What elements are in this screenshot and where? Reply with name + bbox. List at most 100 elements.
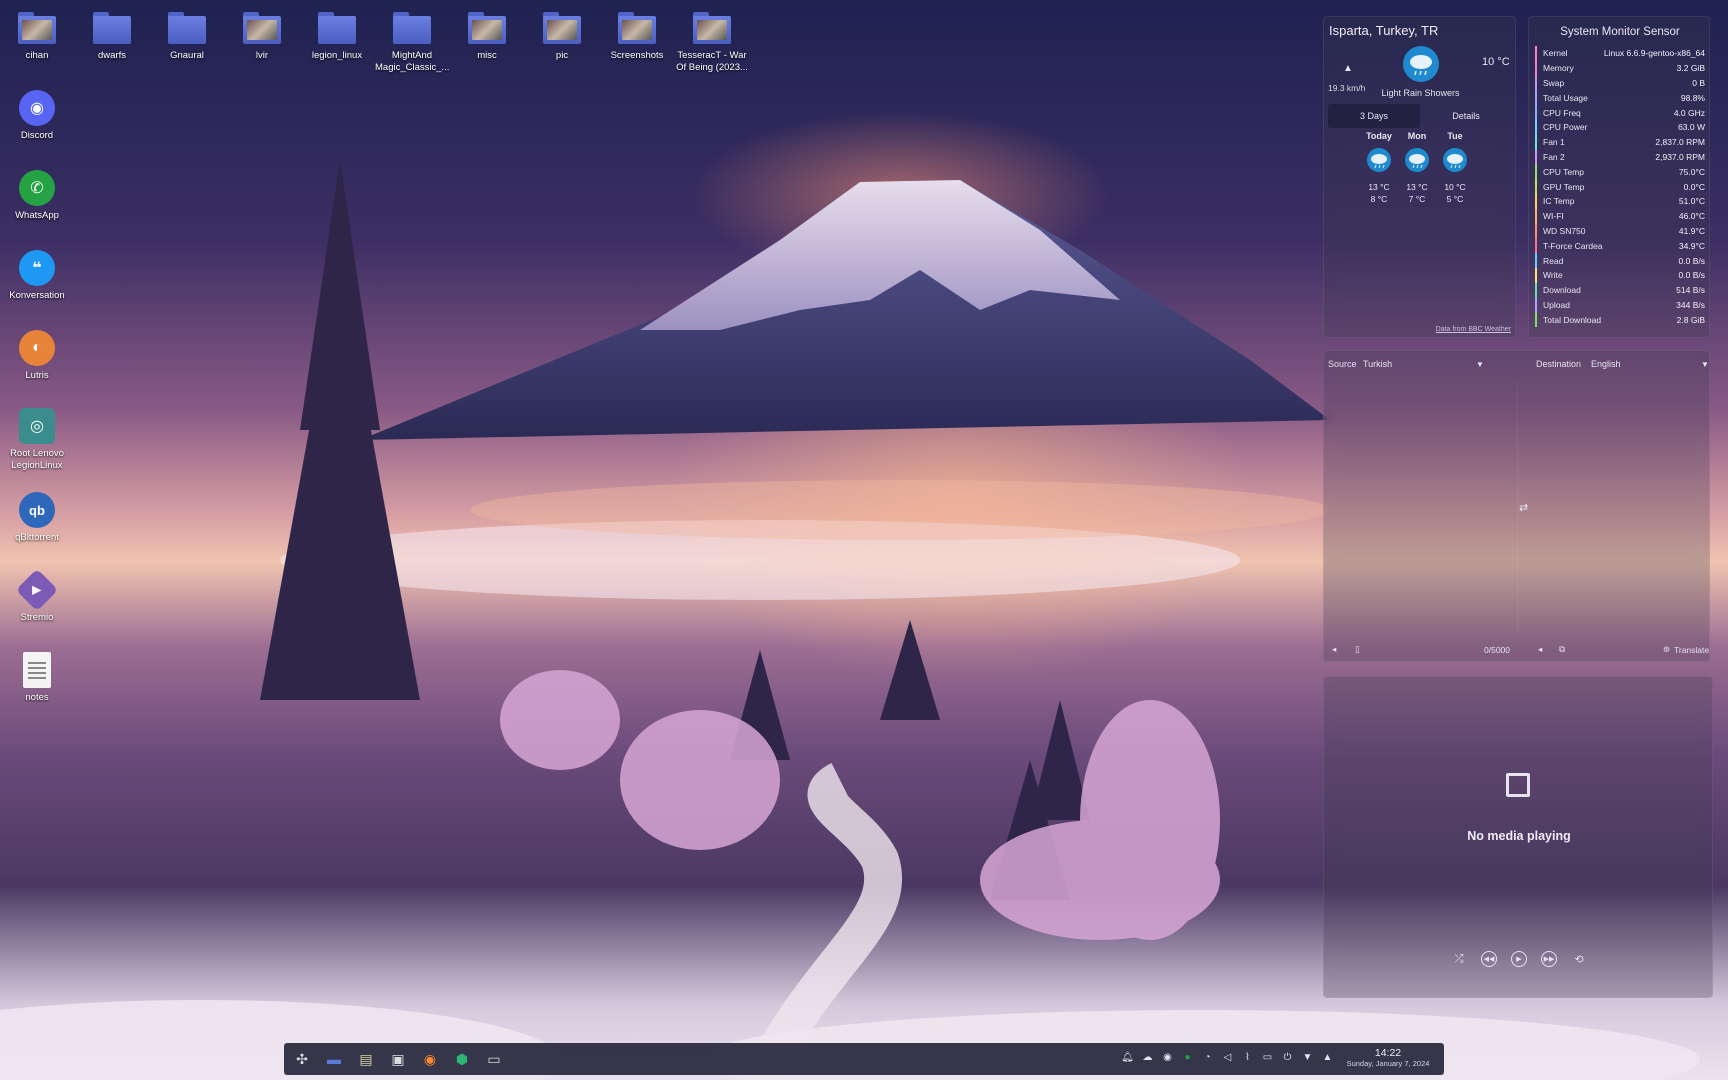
- sensor-row: CPU Power 63.0 W: [1535, 119, 1705, 135]
- next-icon[interactable]: ▶▶: [1541, 951, 1557, 967]
- sensor-value: 2.8 GiB: [1676, 314, 1705, 325]
- tab-details[interactable]: Details: [1420, 104, 1512, 128]
- tray-expand-icon[interactable]: ▲: [1321, 1051, 1334, 1064]
- cloud-band: [280, 520, 1240, 600]
- desktop-icon-mightandmagic[interactable]: MightAnd Magic_Classic_...: [375, 8, 449, 74]
- desktop-icon-label: Root Lenovo LegionLinux: [10, 448, 64, 471]
- console-icon[interactable]: ▭: [482, 1047, 506, 1071]
- speaker-icon[interactable]: ◂: [1332, 644, 1336, 655]
- firefox-icon[interactable]: ◉: [418, 1047, 442, 1071]
- desktop-icon-lvir[interactable]: lvir: [225, 8, 299, 62]
- folder-icon: [393, 12, 431, 44]
- clock[interactable]: 14:22 Sunday, January 7, 2024: [1340, 1047, 1436, 1068]
- repeat-icon[interactable]: ⟲: [1571, 951, 1587, 967]
- previous-icon[interactable]: ◀◀: [1481, 951, 1497, 967]
- shuffle-icon[interactable]: ⤮: [1451, 951, 1467, 967]
- desktop-icon-label: notes: [25, 692, 49, 703]
- desktop-icon-gnaural[interactable]: Gnaural: [150, 8, 224, 62]
- desktop-icon-tesseract[interactable]: TesseracT - War Of Being (2023...: [675, 8, 749, 74]
- sensor-label: WI-FI: [1543, 211, 1564, 222]
- taskbar: ✣ ▬ ▤ ▣ ◉ ⬢ ▭ 🔔︎ ☁ ◉ ● ◔ ◁ ⌇ ▭ ⏻ ▼ ▲ 14:…: [284, 1043, 1444, 1075]
- chat-tray-icon[interactable]: ◔: [1201, 1051, 1214, 1064]
- desktop-icon-pic[interactable]: pic: [525, 8, 599, 62]
- desktop-icon-label: dwarfs: [98, 50, 126, 61]
- sensor-label: CPU Power: [1543, 122, 1588, 133]
- sensor-row: Swap 0 B: [1535, 75, 1705, 91]
- power-profile-icon[interactable]: ⏻: [1281, 1051, 1294, 1064]
- desktop-icon-legion[interactable]: ◎ Root Lenovo LegionLinux: [0, 406, 74, 472]
- sensor-row: Total Usage 98.8%: [1535, 90, 1705, 106]
- desktop-icon-qbittorrent[interactable]: qb qBittorrent: [0, 490, 74, 544]
- desktop-icon-label: pic: [555, 50, 569, 61]
- desktop-icon-misc[interactable]: misc: [450, 8, 524, 62]
- pink-trees: [500, 670, 1220, 940]
- chevron-down-icon[interactable]: ▼: [1701, 360, 1709, 369]
- lake: [470, 480, 1330, 540]
- rain-cloud-icon: [1405, 148, 1429, 172]
- clear-icon[interactable]: ▯: [1355, 644, 1360, 655]
- translator-divider: [1517, 381, 1518, 631]
- forecast-day: Today 13 °C 8 °C: [1362, 131, 1396, 204]
- battery-icon[interactable]: ▭: [1261, 1051, 1274, 1064]
- desktop-icon-label: misc: [477, 50, 497, 61]
- network-icon[interactable]: ▼: [1301, 1051, 1314, 1064]
- desktop-icon-label: Stremio: [20, 612, 54, 623]
- sysmon-sensor-list: Kernel Linux 6.6.9-gentoo-x86_64 Memory 3.2…: [1535, 46, 1705, 328]
- source-label: Source: [1328, 359, 1357, 369]
- weather-widget[interactable]: Isparta, Turkey, TR ▲ 19.3 km/h 10 °C Li…: [1323, 16, 1516, 338]
- forecast-day-name: Tue: [1447, 131, 1463, 141]
- rain-cloud-icon: [1367, 148, 1391, 172]
- archive-manager-icon[interactable]: ▤: [354, 1047, 378, 1071]
- source-language-select[interactable]: Turkish: [1363, 359, 1392, 369]
- notifications-icon[interactable]: 🔔︎: [1121, 1051, 1134, 1064]
- chevron-down-icon[interactable]: ▼: [1476, 360, 1484, 369]
- play-icon[interactable]: ▶: [1511, 951, 1527, 967]
- road: [743, 763, 903, 1080]
- sensor-row: Memory 3.2 GiB: [1535, 60, 1705, 76]
- desktop-icon-label: Lutris: [25, 370, 49, 381]
- copy-icon[interactable]: ⧉: [1559, 644, 1565, 655]
- image-folder-icon: [618, 12, 656, 44]
- media-controls: ⤮ ◀◀ ▶ ▶▶ ⟲: [1324, 951, 1714, 967]
- sensor-value: 514 B/s: [1676, 285, 1705, 296]
- terminal-icon[interactable]: ▣: [386, 1047, 410, 1071]
- whatsapp-tray-icon[interactable]: ●: [1181, 1051, 1194, 1064]
- forecast-row: Today 13 °C 8 °C Mon 13 °C 7 °C Tue 10 °…: [1362, 131, 1472, 204]
- system-tool-icon[interactable]: ⬢: [450, 1047, 474, 1071]
- sensor-row: CPU Freq 4.0 GHz: [1535, 105, 1705, 120]
- speaker-icon[interactable]: ◂: [1538, 644, 1542, 655]
- desktop-icon-lutris[interactable]: ◐ Lutris: [0, 328, 74, 382]
- sensor-label: IC Temp: [1543, 196, 1575, 207]
- mountain-snow: [640, 180, 1120, 330]
- swap-languages-icon[interactable]: ⇄: [1519, 501, 1528, 514]
- sensor-label: T-Force Cardea: [1543, 240, 1603, 251]
- desktop-icon-label: Discord: [20, 130, 54, 141]
- translate-button[interactable]: Translate: [1674, 645, 1709, 655]
- weather-location: Isparta, Turkey, TR: [1329, 23, 1439, 38]
- tab-3-days[interactable]: 3 Days: [1328, 104, 1420, 128]
- sensor-label: Swap: [1543, 77, 1565, 88]
- desktop-icon-screenshots[interactable]: Screenshots: [600, 8, 674, 62]
- destination-language-select[interactable]: English: [1591, 359, 1621, 369]
- sensor-label: WD SN750: [1543, 225, 1586, 236]
- desktop-icon-stremio[interactable]: ▶ Stremio: [0, 568, 74, 624]
- translate-icon[interactable]: ⊛: [1663, 644, 1670, 655]
- discord-tray-icon[interactable]: ◉: [1161, 1051, 1174, 1064]
- volume-icon[interactable]: ◁: [1221, 1051, 1234, 1064]
- weather-credit-link[interactable]: Data from BBC Weather: [1436, 326, 1511, 333]
- desktop-icon-label: Screenshots: [610, 50, 664, 61]
- attachment-icon[interactable]: ⌇: [1241, 1051, 1254, 1064]
- media-status: No media playing: [1467, 829, 1571, 843]
- desktop-icon-whatsapp[interactable]: ✆ WhatsApp: [0, 168, 74, 222]
- desktop-icon-cihan[interactable]: cihan: [0, 8, 74, 62]
- desktop-icon-discord[interactable]: ◉ Discord: [0, 88, 74, 142]
- desktop-icon-dwarfs[interactable]: dwarfs: [75, 8, 149, 62]
- desktop-icon-notes[interactable]: notes: [0, 650, 74, 704]
- weather-tray-icon[interactable]: ☁: [1141, 1051, 1154, 1064]
- desktop-icon-legion-linux[interactable]: legion_linux: [300, 8, 374, 62]
- sensor-label: GPU Temp: [1543, 181, 1585, 192]
- file-manager-icon[interactable]: ▬: [322, 1047, 346, 1071]
- app-launcher-icon[interactable]: ✣: [290, 1047, 314, 1071]
- forecast-high: 13 °C: [1406, 182, 1428, 192]
- desktop-icon-konversation[interactable]: ❝ Konversation: [0, 248, 74, 302]
